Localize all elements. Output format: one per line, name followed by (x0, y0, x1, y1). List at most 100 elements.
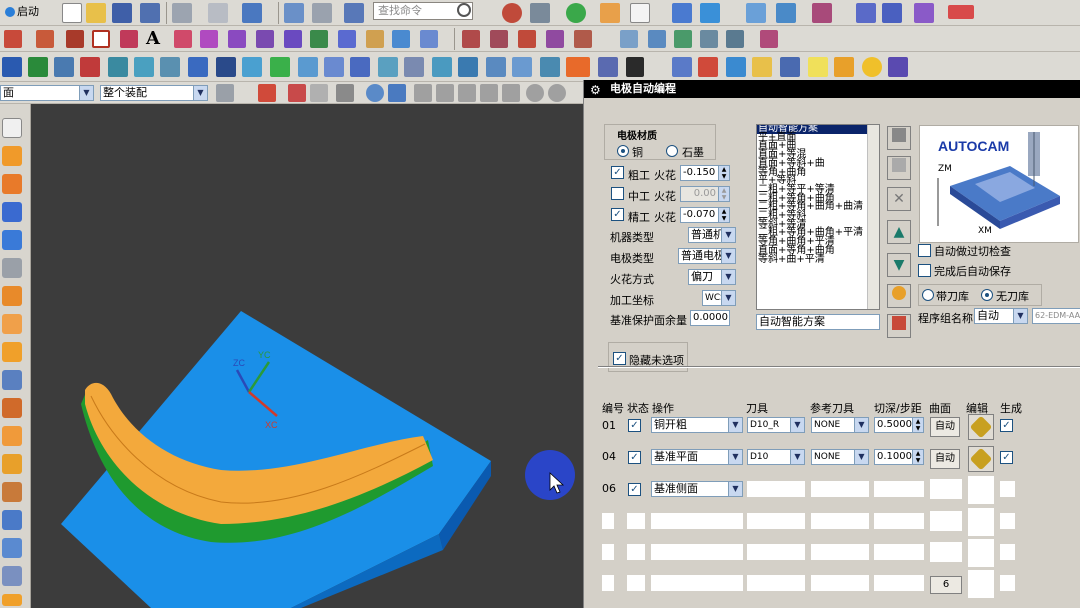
empty-row-cell[interactable] (627, 513, 645, 529)
line-icon[interactable] (4, 30, 22, 48)
rotate-icon[interactable] (310, 84, 328, 102)
select-box-icon[interactable] (258, 84, 276, 102)
row-count-button[interactable]: 6 (930, 576, 962, 594)
row-generate-cell[interactable] (1000, 481, 1015, 497)
row-edit-cell[interactable] (968, 476, 994, 504)
row-tool-select[interactable]: D10 ▼ (747, 449, 805, 465)
center-icon[interactable] (526, 84, 544, 102)
empty-row-cell[interactable] (874, 544, 924, 560)
measure-icon[interactable] (856, 3, 876, 23)
rough-spark-input[interactable]: -0.150 ▲ ▼ (680, 165, 730, 181)
moon-icon[interactable] (862, 57, 882, 77)
cube-open-icon[interactable] (2, 538, 22, 558)
fraction-icon[interactable] (888, 57, 908, 77)
auto-overcut-check-checkbox[interactable] (918, 244, 931, 257)
program-group-select[interactable]: 自动 ▼ (974, 308, 1028, 324)
copy-icon[interactable] (312, 3, 332, 23)
sail-icon[interactable] (80, 57, 100, 77)
empty-row-cell[interactable] (930, 511, 962, 531)
tool-g-icon[interactable] (270, 57, 290, 77)
quadrant-icon[interactable] (548, 84, 566, 102)
layers-icon[interactable] (674, 30, 692, 48)
lasso-icon[interactable] (336, 84, 354, 102)
save-icon[interactable] (112, 3, 132, 23)
inch-mm-icon[interactable] (698, 57, 718, 77)
new-scheme-button[interactable] (887, 156, 911, 180)
row-step-input[interactable]: 0.5000 ▲ ▼ (874, 417, 924, 433)
empty-row-cell[interactable] (602, 575, 614, 591)
text-icon[interactable]: A (146, 28, 160, 49)
empty-row-cell[interactable] (651, 575, 743, 591)
empty-row-cell[interactable] (968, 539, 994, 567)
block-icon[interactable] (2, 426, 22, 446)
trim-icon[interactable] (228, 30, 246, 48)
material-graphite-radio[interactable] (666, 145, 678, 157)
note-icon[interactable] (808, 57, 828, 77)
empty-row-cell[interactable] (747, 513, 805, 529)
intersection-icon[interactable] (502, 84, 520, 102)
move-icon[interactable] (288, 84, 306, 102)
tool-c-icon[interactable] (160, 57, 180, 77)
cube-view-icon[interactable] (388, 84, 406, 102)
hinge-icon[interactable] (2, 482, 22, 502)
spline-icon[interactable] (120, 30, 138, 48)
row-step-input[interactable]: 0.1000 ▲ ▼ (874, 449, 924, 465)
row-ref-tool-select[interactable]: NONE ▼ (811, 417, 869, 433)
tool-d-icon[interactable] (188, 57, 208, 77)
cam-icon[interactable] (566, 57, 590, 77)
snap-icon[interactable] (502, 3, 522, 23)
row-surface-auto-button[interactable]: 自动 (930, 449, 960, 469)
table-icon[interactable] (746, 3, 766, 23)
row-tool-cell[interactable] (747, 481, 805, 497)
empty-row-cell[interactable] (874, 575, 924, 591)
tool-n-icon[interactable] (458, 57, 478, 77)
row-status-checkbox[interactable]: ✓ (628, 451, 641, 464)
window-icon[interactable] (242, 3, 262, 23)
book-icon[interactable] (54, 57, 74, 77)
empty-row-cell[interactable] (1000, 575, 1015, 591)
cylinder-icon[interactable] (392, 30, 410, 48)
arc-icon[interactable] (66, 30, 84, 48)
mid-point-icon[interactable] (458, 84, 476, 102)
offset-icon[interactable] (200, 30, 218, 48)
row-tool-select[interactable]: D10_R ▼ (747, 417, 805, 433)
row-generate-checkbox[interactable]: ✓ (1000, 419, 1013, 432)
tool-o-icon[interactable] (486, 57, 506, 77)
shape-icon[interactable] (174, 30, 192, 48)
move-down-button[interactable]: ▼ (887, 253, 911, 277)
machine-type-select[interactable]: 普通机 ▼ (688, 227, 736, 243)
export-icon[interactable] (344, 3, 364, 23)
mirror-icon[interactable] (284, 30, 302, 48)
auto-save-checkbox[interactable] (918, 264, 931, 277)
mold-icon[interactable] (2, 510, 22, 530)
row-status-checkbox[interactable]: ✓ (628, 483, 641, 496)
tool-e-icon[interactable] (216, 57, 236, 77)
part-small-icon[interactable] (2, 594, 22, 606)
empty-row-cell[interactable] (627, 575, 645, 591)
part-icon[interactable] (2, 174, 22, 194)
undo-icon[interactable] (172, 3, 192, 23)
graphics-viewport[interactable]: ZC YC XC (31, 104, 583, 608)
offset-tool-icon[interactable] (672, 57, 692, 77)
row-step-cell[interactable] (874, 481, 924, 497)
unfold-icon[interactable] (726, 30, 744, 48)
with-tool-lib-radio[interactable] (922, 289, 934, 301)
table-view-icon[interactable] (620, 30, 638, 48)
bridge-icon[interactable] (462, 30, 480, 48)
tool-m-icon[interactable] (432, 57, 452, 77)
empty-row-cell[interactable] (602, 513, 614, 529)
cube-multi-icon[interactable] (700, 3, 720, 23)
row-edit-button[interactable] (968, 414, 994, 440)
tool-i-icon[interactable] (324, 57, 344, 77)
empty-row-cell[interactable] (1000, 513, 1015, 529)
end-point-icon[interactable] (436, 84, 454, 102)
rough-checkbox[interactable]: ✓ (611, 166, 624, 179)
row-operation-select[interactable]: 基准平面 ▼ (651, 449, 743, 465)
row-surface-auto-button[interactable]: 自动 (930, 417, 960, 437)
redo-icon[interactable] (208, 3, 228, 23)
type-filter-select[interactable]: 面 ▼ (0, 85, 94, 101)
ruler-icon[interactable] (948, 5, 974, 19)
pipe-icon[interactable] (420, 30, 438, 48)
rename-button[interactable] (887, 314, 911, 338)
list-scrollbar[interactable] (867, 125, 879, 309)
